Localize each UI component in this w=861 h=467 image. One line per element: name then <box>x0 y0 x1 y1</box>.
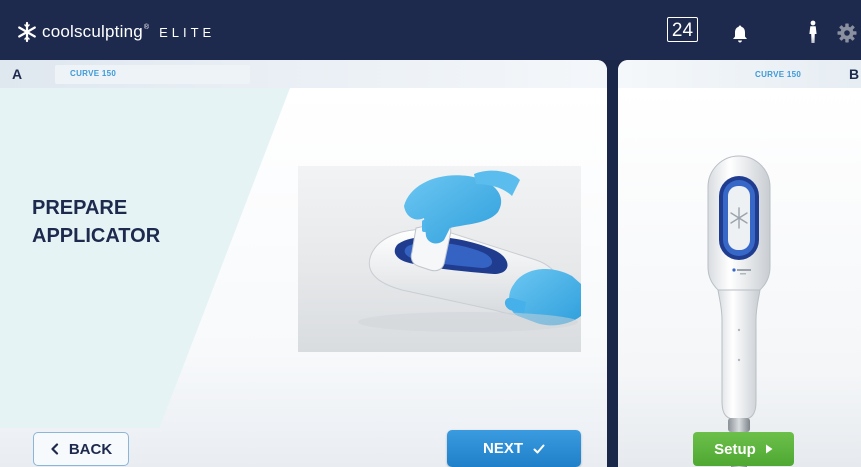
brand-edition: ELITE <box>159 24 216 40</box>
brand-name: coolsculpting <box>42 22 143 41</box>
applicator-panel-b: CURVE 150 B Setup <box>618 60 861 467</box>
top-bar: coolsculpting ® ELITE 24 <box>0 0 861 60</box>
gear-icon[interactable] <box>837 23 857 43</box>
next-button-label: NEXT <box>482 440 523 457</box>
applicator-illustration <box>358 170 581 332</box>
checkmark-icon <box>533 444 545 453</box>
panel-a-header: A CURVE 150 <box>0 60 607 88</box>
panel-a-device-name: CURVE 150 <box>70 69 117 78</box>
brand-logo: coolsculpting ® ELITE <box>16 20 215 44</box>
step-title-line1: PREPARE <box>32 197 128 219</box>
panel-a-label: A <box>12 66 23 82</box>
session-counter[interactable]: 24 <box>667 17 698 42</box>
panel-b-device-name: CURVE 150 <box>755 70 802 79</box>
bell-icon[interactable] <box>732 24 748 44</box>
chevron-left-icon <box>51 443 58 455</box>
instruction-photo <box>298 166 581 352</box>
panel-b-label: B <box>849 66 860 82</box>
snowflake-logo-icon <box>18 21 36 43</box>
play-arrow-icon <box>765 444 773 454</box>
panel-a-device-chip: CURVE 150 <box>55 65 250 84</box>
panel-b-header: CURVE 150 B <box>618 60 861 88</box>
brand-trademark: ® <box>143 23 150 31</box>
step-title: PREPARE APPLICATOR <box>32 194 232 250</box>
back-button[interactable]: BACK <box>33 432 129 466</box>
setup-button[interactable]: Setup <box>693 432 794 466</box>
step-title-line2: APPLICATOR <box>32 225 161 247</box>
person-icon[interactable] <box>806 20 820 44</box>
back-button-label: BACK <box>68 440 113 458</box>
applicator-device-image <box>707 155 771 467</box>
setup-button-label: Setup <box>714 440 756 458</box>
applicator-panel-a: A CURVE 150 PREPARE APPLICATOR BACK NEXT <box>0 60 607 467</box>
next-button[interactable]: NEXT <box>447 430 581 467</box>
